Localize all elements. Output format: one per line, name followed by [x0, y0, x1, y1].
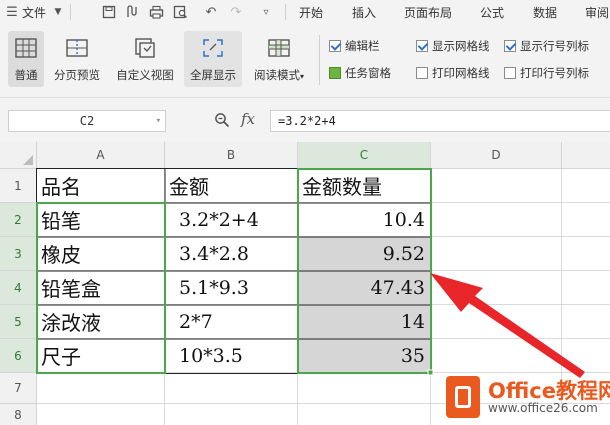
- print-row-col-headers-checkbox[interactable]: 打印行号列标: [504, 65, 589, 81]
- tab-insert[interactable]: 插入: [352, 4, 376, 21]
- show-row-col-headers-checkbox[interactable]: 显示行号列标: [504, 38, 589, 54]
- tab-formulas[interactable]: 公式: [480, 4, 504, 21]
- custom-view-label: 自定义视图: [116, 68, 174, 82]
- red-arrow-annotation: [430, 273, 585, 378]
- office-logo-watermark: Office教程网 www.office26.com: [440, 373, 610, 423]
- menu-bar: ☰ 文件 ▼ ↶ ↷ ▿ 开始 插入 页面布局 公式 数据 审阅: [0, 0, 610, 25]
- name-box[interactable]: C2 ▾: [8, 110, 166, 132]
- redo-icon[interactable]: ↷: [228, 3, 244, 21]
- file-menu[interactable]: 文件: [22, 4, 46, 21]
- task-pane-toggle[interactable]: 任务窗格: [329, 65, 391, 81]
- full-screen-button[interactable]: 全屏显示: [184, 31, 242, 87]
- reading-mode-label: 阅读模式▾: [253, 68, 304, 82]
- full-screen-label: 全屏显示: [190, 68, 236, 82]
- grid-icon: [15, 38, 37, 58]
- reading-mode-icon: [268, 39, 290, 57]
- page-break-preview-button[interactable]: 分页预览: [50, 31, 104, 87]
- show-gridlines-checkbox[interactable]: 显示网格线: [416, 38, 490, 54]
- brand-url: www.office26.com: [488, 401, 598, 415]
- custom-view-icon: [135, 38, 155, 58]
- checkbox-checked-icon: [504, 40, 516, 52]
- print-preview-icon[interactable]: [172, 3, 188, 21]
- page-break-preview-label: 分页预览: [54, 68, 100, 82]
- normal-view-button[interactable]: 普通: [8, 31, 44, 87]
- hamburger-menu-icon[interactable]: ☰: [4, 3, 20, 21]
- office-logo-icon: [446, 376, 480, 418]
- chevron-down-icon[interactable]: ▾: [156, 111, 161, 131]
- tab-review[interactable]: 审阅: [585, 4, 609, 21]
- tab-data[interactable]: 数据: [533, 4, 557, 21]
- undo-icon[interactable]: ↶: [203, 3, 219, 21]
- reading-mode-button[interactable]: 阅读模式▾: [246, 31, 312, 87]
- task-pane-icon: [329, 67, 341, 79]
- page-break-icon: [66, 39, 88, 57]
- customize-toolbar-icon[interactable]: ▿: [258, 3, 274, 21]
- checkbox-checked-icon: [416, 40, 428, 52]
- view-ribbon: 普通 分页预览 自定义视图 全屏显示 阅读模式▾ 编辑栏 任务窗格 显示网格线 …: [0, 25, 610, 98]
- checkbox-checked-icon: [329, 40, 341, 52]
- print-icon[interactable]: [148, 3, 164, 21]
- print-gridlines-checkbox[interactable]: 打印网格线: [416, 65, 490, 81]
- checkbox-unchecked-icon: [416, 67, 428, 79]
- insert-function-button[interactable]: fx: [241, 110, 255, 128]
- tab-page-layout[interactable]: 页面布局: [404, 4, 452, 21]
- export-pdf-icon[interactable]: [124, 3, 140, 21]
- file-dropdown-icon[interactable]: ▼: [50, 3, 66, 21]
- full-screen-icon: [203, 39, 223, 57]
- edit-bar-checkbox[interactable]: 编辑栏: [329, 38, 380, 54]
- save-icon[interactable]: [101, 3, 117, 21]
- formula-input[interactable]: =3.2*2+4: [270, 110, 610, 132]
- tab-home[interactable]: 开始: [299, 4, 323, 21]
- zoom-formula-icon[interactable]: [214, 112, 230, 131]
- formula-bar: C2 ▾ fx =3.2*2+4: [0, 98, 610, 142]
- normal-view-label: 普通: [14, 68, 38, 82]
- checkbox-unchecked-icon: [504, 67, 516, 79]
- custom-view-button[interactable]: 自定义视图: [110, 31, 180, 87]
